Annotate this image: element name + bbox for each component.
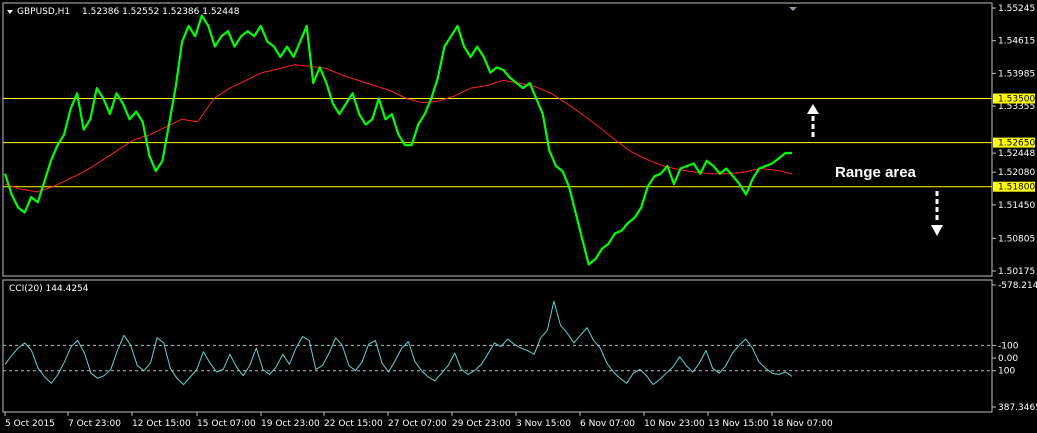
time-axis-label: 29 Oct 23:00 bbox=[452, 419, 511, 429]
level-price-label: 1.52650 bbox=[998, 139, 1035, 149]
time-axis-label: 12 Oct 15:00 bbox=[132, 419, 191, 429]
range-area-label: Range area bbox=[835, 164, 917, 181]
price-axis-label: 1.50175 bbox=[998, 267, 1035, 277]
time-axis-label: 15 Oct 07:00 bbox=[197, 419, 256, 429]
time-axis-label: 10 Nov 23:00 bbox=[644, 419, 705, 429]
time-axis-label: 13 Nov 15:00 bbox=[708, 419, 769, 429]
cci-axis-label: 387.3465 bbox=[998, 403, 1037, 413]
symbol-label: GBPUSD,H1 bbox=[17, 7, 70, 17]
price-axis-label: 1.53985 bbox=[998, 69, 1035, 79]
cci-axis-label: -100 bbox=[998, 341, 1019, 351]
time-axis-label: 22 Oct 15:00 bbox=[324, 419, 383, 429]
level-price-label: 1.51800 bbox=[998, 183, 1035, 193]
time-axis-label: 18 Nov 07:00 bbox=[772, 419, 833, 429]
trading-chart: 1.552451.546151.539851.533551.524481.520… bbox=[0, 0, 1037, 433]
price-axis-label: 1.51450 bbox=[998, 201, 1035, 211]
cci-axis-label: -578.214 bbox=[998, 281, 1037, 291]
time-axis-label: 6 Nov 07:00 bbox=[580, 419, 635, 429]
time-axis-label: 3 Nov 15:00 bbox=[516, 419, 571, 429]
level-price-label: 1.53500 bbox=[998, 95, 1035, 105]
price-axis-label: 1.55245 bbox=[998, 4, 1035, 14]
ohlc-readout: 1.52386 1.52552 1.52386 1.52448 bbox=[82, 7, 240, 17]
price-axis-label: 1.54615 bbox=[998, 37, 1035, 47]
time-axis-label: 7 Oct 23:00 bbox=[68, 419, 121, 429]
price-axis-label: 1.52080 bbox=[998, 168, 1035, 178]
time-axis-label: 5 Oct 2015 bbox=[5, 419, 55, 429]
chart-background bbox=[0, 0, 1037, 433]
cci-axis-label: 0.00 bbox=[998, 354, 1018, 364]
time-axis-label: 27 Oct 07:00 bbox=[388, 419, 447, 429]
time-axis-label: 19 Oct 23:00 bbox=[261, 419, 320, 429]
cci-title: CCI(20) 144.4254 bbox=[9, 284, 89, 294]
price-axis-label: 1.52448 bbox=[998, 149, 1035, 159]
cci-axis-label: 100 bbox=[998, 367, 1015, 377]
price-axis-label: 1.50805 bbox=[998, 234, 1035, 244]
